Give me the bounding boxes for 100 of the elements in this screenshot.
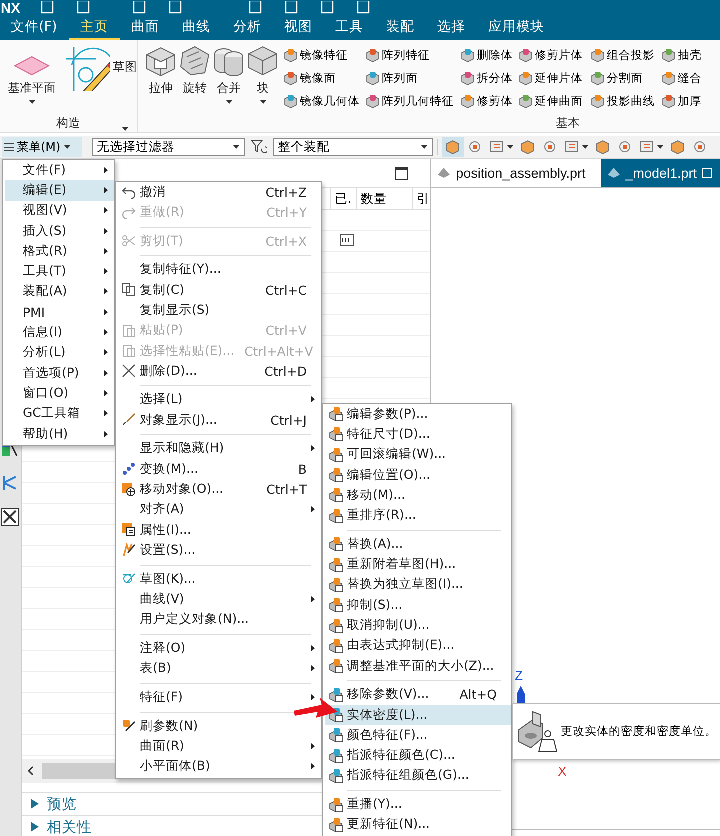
menu-item[interactable]: 编辑位置(O)... (325, 464, 511, 486)
menu-item[interactable]: 刷参数(N) (118, 716, 321, 736)
ribbon-item[interactable]: 阵列几何特征 (365, 91, 460, 111)
ribbon-tab[interactable]: 装配 (375, 16, 426, 40)
menu-item[interactable]: 替换为独立草图(I)... (325, 574, 511, 596)
menu-item[interactable]: 更新特征(N)... (325, 814, 511, 836)
menu-item[interactable]: 移动(M)... (325, 485, 511, 506)
ribbon-tab[interactable]: 曲线 (171, 16, 222, 40)
ribbon-button[interactable]: 块 (246, 45, 280, 104)
column-header[interactable]: 已. (330, 188, 356, 209)
menu-item[interactable]: 注释(O) (118, 638, 321, 659)
menu-item[interactable]: 帮助(H) (5, 424, 114, 444)
ribbon-tab[interactable]: 文件(F) (0, 16, 70, 40)
ribbon-item[interactable]: 阵列面 (365, 68, 460, 88)
menu-button[interactable]: 菜单(M) (2, 137, 82, 157)
menu-item[interactable]: 复制显示(S) (118, 300, 321, 321)
menu-item[interactable]: 调整基准平面的大小(Z)... (325, 656, 511, 676)
menu-item[interactable]: PMI (5, 302, 114, 322)
axis-label: Z (515, 668, 524, 683)
ribbon-item[interactable]: 延伸曲面 (518, 91, 590, 111)
sketch-button[interactable]: 草图 (64, 45, 137, 91)
column-header[interactable]: 引 (412, 188, 430, 209)
ribbon-item[interactable]: 加厚 (661, 91, 711, 111)
ribbon-item[interactable]: 镜像面 (283, 68, 365, 88)
section-header[interactable]: 相关性 (46, 818, 92, 836)
menu-item[interactable]: 指派特征颜色(C)... (325, 746, 511, 766)
menu-item[interactable]: 分析(L) (5, 342, 114, 363)
menu-item[interactable]: 草图(K)... (118, 569, 321, 590)
menu-item[interactable]: 取消抑制(U)... (325, 615, 511, 636)
menu-item[interactable]: 移除参数(V)... Alt+Q (325, 684, 511, 705)
menu-item[interactable]: 用户定义对象(N)... (118, 610, 321, 630)
menu-item[interactable]: 曲线(V) (118, 589, 321, 610)
menu-item[interactable]: 删除(D)... Ctrl+D (118, 361, 321, 382)
menu-item[interactable]: 重排序(R)... (325, 505, 511, 526)
ribbon-item[interactable]: 缝合 (661, 68, 711, 88)
menu-item[interactable]: 窗口(O) (5, 383, 114, 404)
ribbon-item[interactable]: 修剪片体 (518, 45, 590, 65)
menu-item[interactable]: 编辑参数(P)... (325, 404, 511, 424)
menu-item[interactable]: 视图(V) (5, 200, 114, 221)
menu-item[interactable]: 设置(S)... (118, 540, 321, 561)
section-header[interactable]: 预览 (46, 794, 77, 814)
menu-item[interactable]: 撤消 Ctrl+Z (118, 182, 321, 202)
menu-item[interactable]: 复制特征(Y)... (118, 260, 321, 280)
ribbon-tab[interactable]: 选择 (426, 16, 478, 40)
menu-item[interactable]: 曲面(R) (118, 736, 321, 757)
ribbon-tab[interactable]: 视图 (273, 16, 324, 40)
ribbon-item[interactable]: 删除体 (460, 45, 518, 65)
menu-item[interactable]: 指派特征组颜色(G)... (325, 766, 511, 786)
column-header[interactable]: 数量 (356, 188, 412, 209)
menu-item[interactable]: 实体密度(L)... (325, 704, 511, 726)
ribbon-tab[interactable]: 曲面 (120, 16, 172, 40)
menu-item[interactable]: 特征(F) (118, 687, 321, 708)
menu-item[interactable]: 格式(R) (5, 241, 114, 262)
menu-item[interactable]: 可回滚编辑(W)... (325, 444, 511, 465)
ribbon-item[interactable]: 抽壳 (661, 45, 711, 65)
menu-item[interactable]: 文件(F) (5, 160, 114, 180)
ribbon-button[interactable]: 基准平面 (2, 45, 62, 104)
menu-item[interactable]: 选择(L) (118, 390, 321, 410)
menu-item[interactable]: 重播(Y)... (325, 794, 511, 815)
menu-item[interactable]: 属性(I)... (118, 520, 321, 540)
menu-item[interactable]: 替换(A)... (325, 534, 511, 554)
menu-item[interactable]: 显示和隐藏(H) (118, 438, 321, 460)
menu-item[interactable]: 对象显示(J)... Ctrl+J (118, 410, 321, 430)
ribbon-item[interactable]: 延伸片体 (518, 68, 590, 88)
menu-item[interactable]: 抑制(S)... (325, 595, 511, 616)
file-tab[interactable]: position_assembly.prt (431, 159, 594, 187)
ribbon-button[interactable]: 合并 (212, 45, 246, 104)
menu-item[interactable]: 移动对象(O)... Ctrl+T (118, 479, 321, 500)
menu-item[interactable]: GC工具箱 (5, 404, 114, 424)
menu-item[interactable]: 信息(I) (5, 322, 114, 343)
ribbon-item[interactable]: 镜像特征 (283, 45, 365, 65)
menu-item[interactable]: 装配(A) (5, 282, 114, 302)
ribbon-item[interactable]: 修剪体 (460, 91, 518, 111)
ribbon-item[interactable]: 组合投影 (590, 45, 661, 65)
menu-item[interactable]: 重新附着草图(H)... (325, 554, 511, 575)
menu-item[interactable]: 由表达式抑制(E)... (325, 636, 511, 656)
ribbon-tab[interactable]: 分析 (222, 16, 274, 40)
menu-item[interactable]: 特征尺寸(D)... (325, 424, 511, 445)
ribbon-item[interactable]: 拆分体 (460, 68, 518, 88)
ribbon-item[interactable]: 投影曲线 (590, 91, 661, 111)
menu-item[interactable]: 颜色特征(F)... (325, 725, 511, 746)
menu-item[interactable]: 对齐(A) (118, 500, 321, 520)
ribbon-button[interactable]: 拉伸 (144, 45, 178, 97)
menu-item[interactable]: 工具(T) (5, 261, 114, 282)
menu-item[interactable]: 复制(C) Ctrl+C (118, 280, 321, 300)
ribbon-button[interactable]: 旋转 (178, 45, 212, 97)
ribbon-tab[interactable]: 工具 (324, 16, 376, 40)
ribbon-item[interactable]: 阵列特征 (365, 45, 460, 65)
menu-item[interactable]: 首选项(P) (5, 362, 114, 384)
scope-dropdown[interactable]: 整个装配 (273, 138, 433, 156)
file-tab[interactable]: _model1.prt (600, 159, 720, 187)
menu-item[interactable]: 编辑(E) (5, 180, 114, 201)
ribbon-tab[interactable]: 应用模块 (477, 16, 556, 40)
ribbon-item[interactable]: 分割面 (590, 68, 661, 88)
menu-item[interactable]: 插入(S) (5, 220, 114, 242)
menu-item[interactable]: 小平面体(B) (118, 756, 321, 777)
selection-filter-dropdown[interactable]: 无选择过滤器 (92, 138, 245, 156)
ribbon-item[interactable]: 镜像几何体 (283, 91, 365, 111)
menu-item[interactable]: 变换(M)... B (118, 459, 321, 480)
menu-item[interactable]: 表(B) (118, 658, 321, 679)
